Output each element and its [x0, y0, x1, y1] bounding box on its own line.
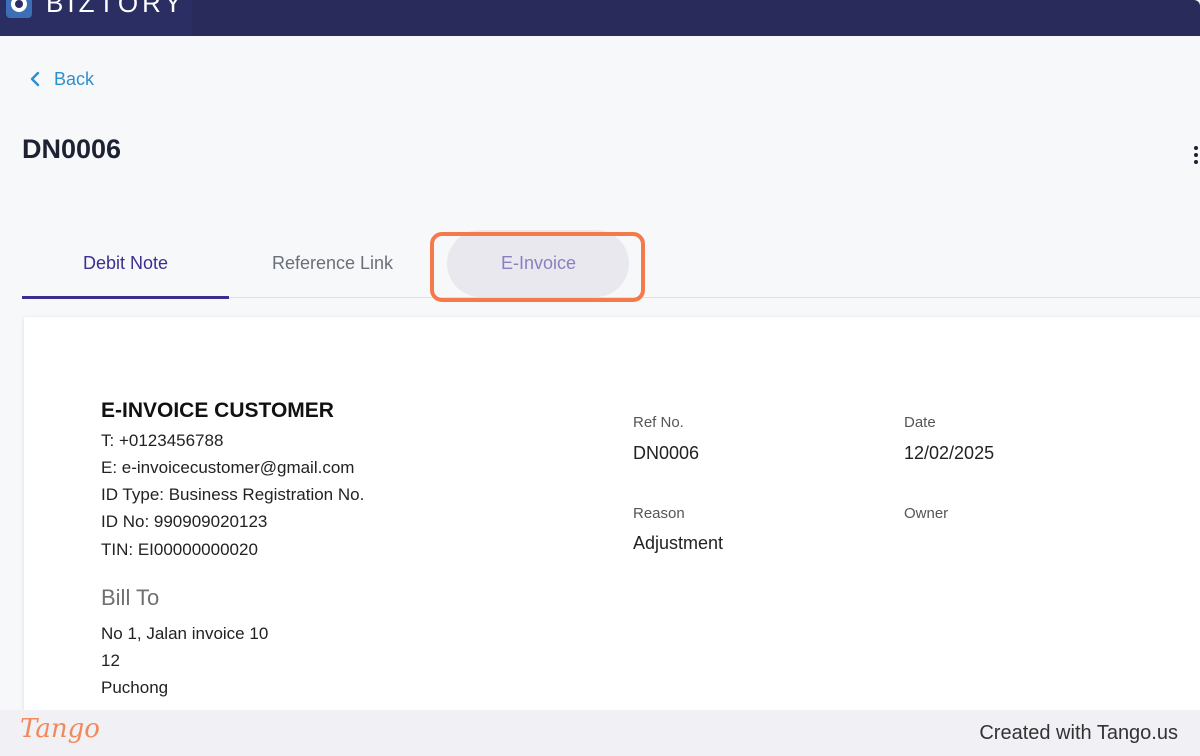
- owner-label: Owner: [904, 505, 949, 522]
- tab-debit-note[interactable]: Debit Note: [22, 230, 229, 299]
- date-label: Date: [904, 414, 936, 431]
- bill-to-line: 12: [101, 651, 120, 670]
- customer-id-no: ID No: 990909020123: [101, 512, 268, 531]
- back-label: Back: [54, 68, 95, 89]
- brand[interactable]: BIZTORY: [0, 0, 192, 36]
- tab-reference-link[interactable]: Reference Link: [229, 230, 436, 297]
- page-title: DN0006: [22, 134, 122, 164]
- bill-to-line: No 1, Jalan invoice 10: [101, 624, 269, 643]
- debit-note-card: E-INVOICE CUSTOMER T: +0123456788 E: e-i…: [24, 317, 1200, 737]
- bill-to-line: Puchong: [101, 678, 169, 697]
- brand-logo-icon: [6, 0, 32, 18]
- reason-value: Adjustment: [633, 533, 724, 553]
- chevron-left-icon: [30, 71, 40, 87]
- more-options-icon[interactable]: [1194, 146, 1200, 170]
- tab-e-invoice[interactable]: E-Invoice: [435, 230, 642, 297]
- back-button[interactable]: Back: [30, 68, 94, 90]
- tango-logo: Tango: [20, 714, 100, 744]
- customer-email: E: e-invoicecustomer@gmail.com: [101, 458, 355, 477]
- tango-footer: Tango Created with Tango.us: [0, 710, 1200, 756]
- customer-phone: T: +0123456788: [101, 431, 224, 450]
- tab-bar: Debit Note Reference Link E-Invoice: [22, 230, 1200, 299]
- ref-no-value: DN0006: [633, 443, 700, 463]
- date-value: 12/02/2025: [904, 443, 995, 463]
- customer-id-type: ID Type: Business Registration No.: [101, 485, 365, 504]
- customer-name: E-INVOICE CUSTOMER: [101, 399, 334, 422]
- top-app-bar: BIZTORY: [0, 0, 1200, 36]
- main-content: Back DN0006 Debit Note Reference Link E-…: [0, 36, 1200, 737]
- tango-credit: Created with Tango.us: [979, 722, 1178, 744]
- ref-no-label: Ref No.: [633, 414, 684, 431]
- brand-name: BIZTORY: [46, 0, 186, 18]
- bill-to-heading: Bill To: [101, 585, 160, 610]
- reason-label: Reason: [633, 505, 685, 522]
- customer-tin: TIN: EI00000000020: [101, 540, 258, 559]
